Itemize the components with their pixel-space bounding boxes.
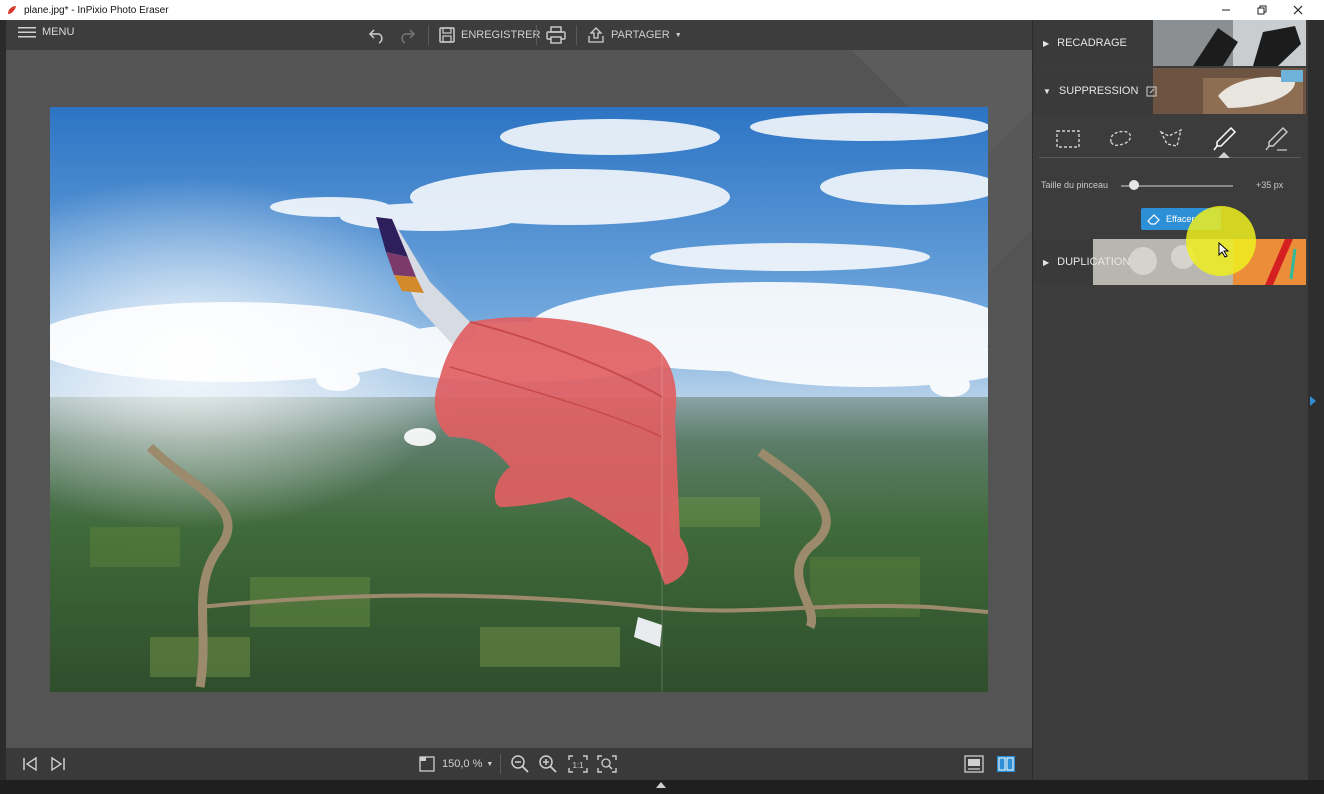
single-view-icon xyxy=(964,755,984,773)
svg-text:1:1: 1:1 xyxy=(572,761,584,770)
zoom-in-button[interactable] xyxy=(538,754,558,774)
close-button[interactable] xyxy=(1280,0,1316,20)
actual-size-icon: 1:1 xyxy=(568,755,588,773)
save-label: ENREGISTRER xyxy=(461,29,541,41)
expand-arrow-icon: ▶ xyxy=(1043,257,1050,267)
skip-previous-icon xyxy=(23,756,37,772)
redo-button[interactable] xyxy=(398,24,416,46)
close-icon xyxy=(1293,5,1303,15)
polygon-lasso-icon xyxy=(1159,128,1183,147)
rectangle-select-icon xyxy=(1056,130,1080,148)
compare-view-button[interactable] xyxy=(996,754,1016,774)
undo-button[interactable] xyxy=(368,24,386,46)
main-toolbar: MENU ENREGISTRER PARTAGER ▼ xyxy=(6,20,1032,50)
app-icon xyxy=(8,6,16,14)
crop-section-title: RECADRAGE xyxy=(1057,37,1127,49)
remove-section-label: ▼ SUPPRESSION xyxy=(1033,85,1157,97)
undo-icon xyxy=(368,29,383,44)
brush-size-value: +35 px xyxy=(1256,180,1284,190)
duplicate-section-title: DUPLICATION xyxy=(1057,256,1131,268)
share-button[interactable]: PARTAGER ▼ xyxy=(586,24,682,46)
split-view-icon xyxy=(997,756,1015,772)
polygon-lasso-tool[interactable] xyxy=(1157,124,1187,154)
page-icon xyxy=(419,756,435,772)
photo-image[interactable] xyxy=(50,107,988,692)
zoom-out-icon xyxy=(511,755,529,773)
next-image-button[interactable] xyxy=(50,754,66,774)
chevron-up-icon[interactable] xyxy=(656,782,666,788)
minimize-button[interactable] xyxy=(1208,0,1244,20)
edit-icon xyxy=(1146,86,1157,96)
image-canvas[interactable] xyxy=(6,50,1032,748)
lasso-icon xyxy=(1110,130,1132,147)
brush-size-label: Taille du pinceau xyxy=(1041,180,1109,190)
toolbar-divider xyxy=(576,25,577,45)
brush-icon xyxy=(1213,126,1237,151)
restore-icon xyxy=(1257,5,1267,15)
minimize-icon xyxy=(1222,9,1230,11)
save-button[interactable]: ENREGISTRER xyxy=(438,24,540,46)
share-label: PARTAGER xyxy=(611,29,670,41)
zoom-select[interactable]: 150,0 % ▼ xyxy=(442,754,493,774)
fit-screen-button[interactable] xyxy=(596,754,618,774)
share-icon xyxy=(588,27,604,43)
hamburger-icon xyxy=(18,27,36,38)
selection-tools xyxy=(1039,118,1301,158)
panel-edge xyxy=(1308,20,1324,780)
remove-section-header[interactable]: ▼ SUPPRESSION xyxy=(1033,68,1306,114)
single-view-button[interactable] xyxy=(964,754,984,774)
save-icon xyxy=(439,27,455,43)
redo-icon xyxy=(401,29,416,44)
skip-next-icon xyxy=(51,756,65,772)
fit-screen-icon xyxy=(597,755,617,773)
eraser-icon xyxy=(1147,214,1160,225)
brush-size-slider-thumb[interactable] xyxy=(1129,180,1140,190)
remove-section-title: SUPPRESSION xyxy=(1058,85,1139,97)
toolbar-divider xyxy=(536,25,537,45)
tools-divider xyxy=(1039,157,1301,158)
chevron-down-icon: ▼ xyxy=(674,31,682,39)
crop-section-label: ▶ RECADRAGE xyxy=(1033,37,1127,49)
mouse-pointer-icon xyxy=(1218,242,1230,258)
restore-button[interactable] xyxy=(1244,0,1280,20)
bottom-toolbar: 150,0 % ▼ 1:1 xyxy=(6,748,1032,780)
zoom-value: 150,0 % xyxy=(442,758,483,770)
actual-size-button[interactable]: 1:1 xyxy=(567,754,589,774)
print-button[interactable] xyxy=(546,24,566,46)
lasso-tool[interactable] xyxy=(1105,124,1135,154)
previous-image-button[interactable] xyxy=(22,754,38,774)
active-tool-pointer xyxy=(1218,152,1230,158)
bottom-divider xyxy=(500,754,501,774)
collapse-arrow-icon: ▼ xyxy=(1043,86,1051,96)
toolbar-divider xyxy=(428,25,429,45)
crop-section-header[interactable]: ▶ RECADRAGE xyxy=(1033,20,1306,66)
chevron-down-icon: ▼ xyxy=(486,760,494,768)
zoom-in-icon xyxy=(539,755,557,773)
window-title: plane.jpg* - InPixio Photo Eraser xyxy=(24,4,169,16)
menu-button[interactable]: MENU xyxy=(18,26,74,38)
fit-page-button[interactable] xyxy=(418,754,436,774)
status-strip xyxy=(0,780,1324,794)
brush-tool[interactable] xyxy=(1209,124,1239,154)
zoom-out-button[interactable] xyxy=(510,754,530,774)
duplicate-section-header[interactable]: ▶ DUPLICATION xyxy=(1033,239,1306,285)
eraser-brush-tool[interactable] xyxy=(1261,124,1291,154)
eraser-brush-icon xyxy=(1265,127,1288,151)
tools-panel: ▶ RECADRAGE ▼ SUPPRESSION Taille du pinc… xyxy=(1033,20,1308,780)
print-icon xyxy=(546,26,566,44)
expand-arrow-icon: ▶ xyxy=(1043,38,1050,48)
window-titlebar: plane.jpg* - InPixio Photo Eraser xyxy=(0,0,1324,20)
duplicate-section-label: ▶ DUPLICATION xyxy=(1033,256,1130,268)
rectangle-select-tool[interactable] xyxy=(1053,124,1083,154)
cursor-highlight xyxy=(1186,206,1256,276)
collapse-panel-icon[interactable] xyxy=(1310,396,1316,406)
menu-label: MENU xyxy=(42,26,75,38)
